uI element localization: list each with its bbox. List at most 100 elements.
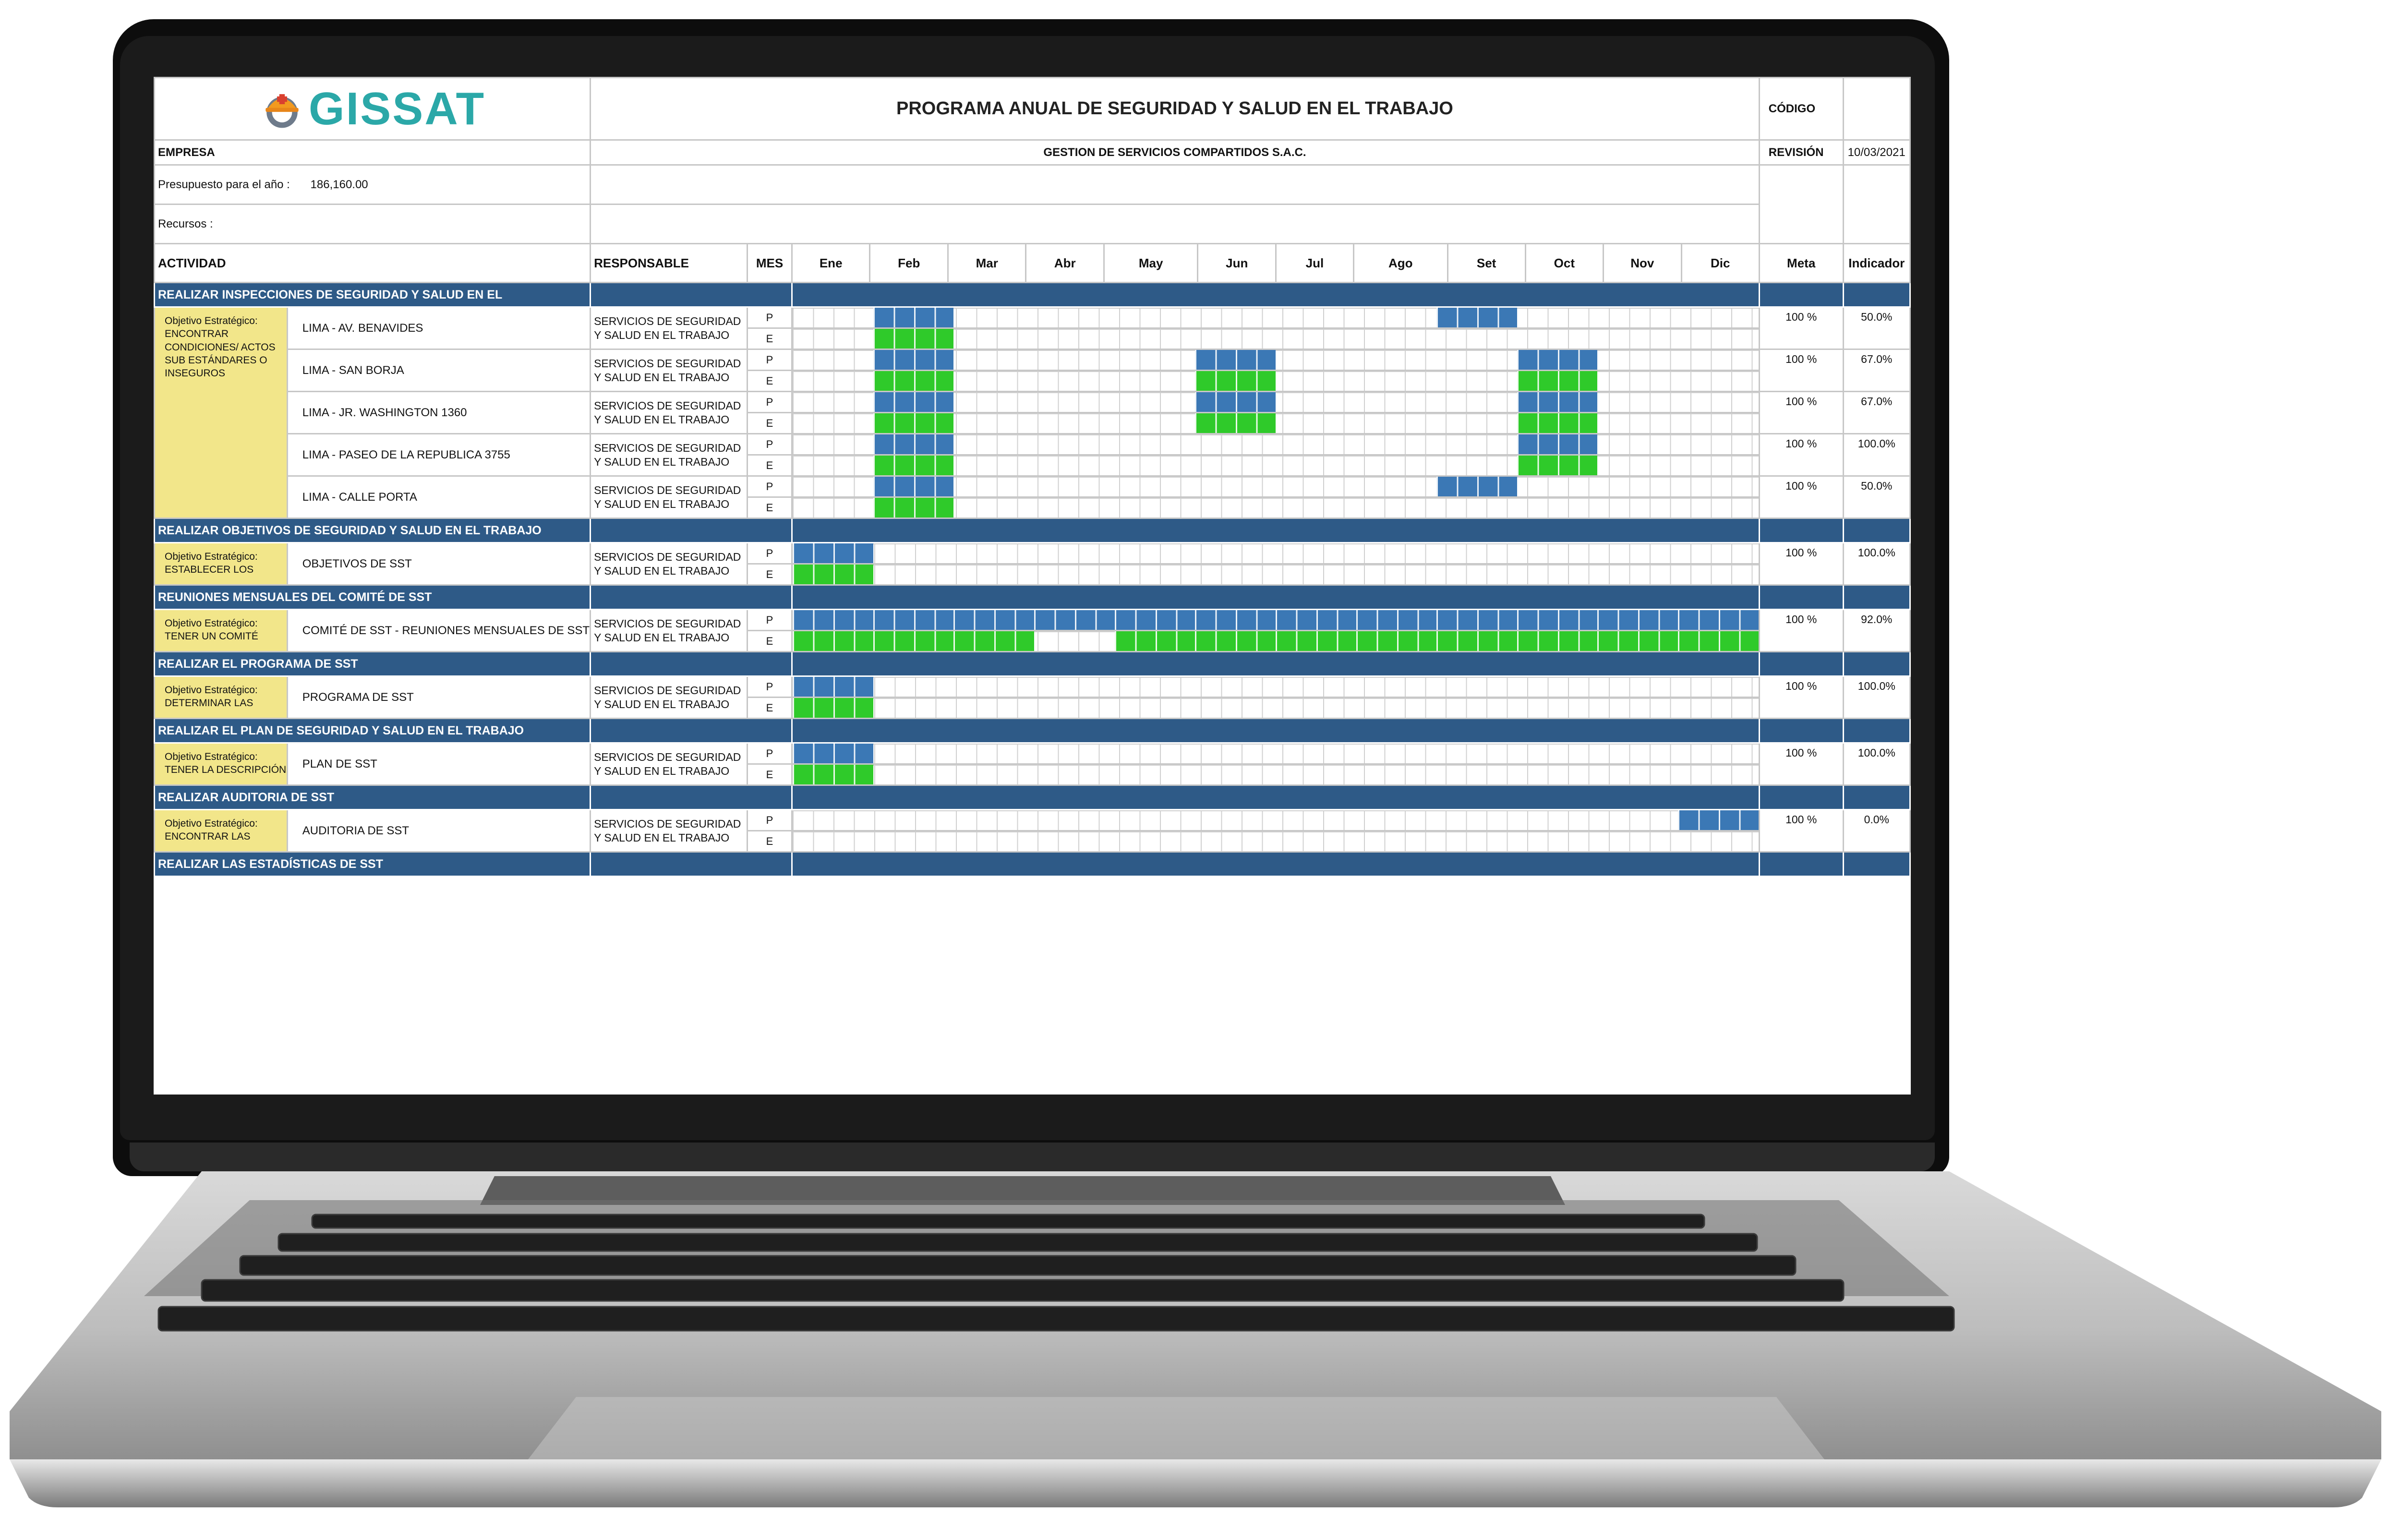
planned-month-bar: [873, 611, 954, 629]
activity-row-planned: LIMA - JR. WASHINGTON 1360 SERVICIOS DE S…: [155, 391, 1911, 434]
timeline-grid: [793, 765, 1758, 784]
activity-row-planned: Objetivo Estratégico: ENCONTRAR LAS AUDIT…: [154, 809, 1911, 853]
planned-month-bar: [1678, 611, 1758, 629]
planned-label: P: [747, 609, 793, 631]
executed-month-bar: [873, 498, 954, 517]
executed-timeline: [791, 563, 1760, 586]
planned-month-bar: [873, 477, 954, 496]
activity-name: COMITÉ DE SST - REUNIONES MENSUALES DE S…: [286, 609, 591, 652]
executed-month-bar: [793, 765, 873, 784]
laptop-base: [0, 1171, 2388, 1527]
executed-month-bar: [873, 329, 954, 348]
presupuesto-row: Presupuesto para el año : 186,160.00: [154, 164, 591, 205]
section-filler: [590, 718, 793, 744]
planned-month-bar: [793, 677, 873, 696]
objective-cell: Objetivo Estratégico: ENCONTRAR LAS: [154, 809, 288, 853]
executed-timeline: [791, 830, 1760, 853]
section-filler: [791, 282, 1760, 308]
executed-month-bar: [1114, 632, 1195, 650]
section-title: REALIZAR AUDITORIA DE SST: [154, 784, 591, 810]
planned-label: P: [747, 675, 793, 698]
executed-month-bar: [1356, 632, 1437, 650]
objective-cell: Objetivo Estratégico: TENER UN COMITÉ: [154, 609, 288, 652]
empresa-value: GESTION DE SERVICIOS COMPARTIDOS S.A.C.: [590, 139, 1760, 166]
laptop-hinge: [130, 1143, 1935, 1171]
indicador-value: 100.0%: [1842, 675, 1911, 719]
planned-month-bar: [793, 744, 873, 763]
responsable-cell: SERVICIOS DE SEGURIDAD Y SALUD EN EL TRA…: [590, 609, 748, 652]
section-filler: [1842, 718, 1911, 744]
meta-value: 100 %: [1758, 391, 1844, 434]
section-filler: [1842, 784, 1911, 810]
section-filler: [590, 851, 793, 877]
col-month: Dic: [1680, 243, 1760, 283]
planned-month-bar: [1597, 611, 1678, 629]
timeline-grid: [793, 677, 1758, 696]
planned-month-bar: [1678, 811, 1758, 830]
planned-label: P: [747, 742, 793, 765]
section-filler: [590, 282, 793, 308]
executed-timeline: [791, 763, 1760, 786]
logo-area: GISSAT: [154, 77, 591, 141]
meta-value: 100 %: [1758, 609, 1844, 652]
timeline-grid: [793, 698, 1758, 717]
codigo-value[interactable]: [1842, 77, 1911, 141]
section-filler: [1758, 784, 1844, 810]
recursos-label: Recursos :: [154, 204, 591, 244]
section-filler: [1758, 517, 1844, 543]
planned-label: P: [747, 349, 793, 371]
executed-timeline: [791, 496, 1760, 519]
responsable-cell: SERVICIOS DE SEGURIDAD Y SALUD EN EL TRA…: [590, 809, 748, 853]
presupuesto-value: 186,160.00: [310, 178, 368, 191]
planned-month-bar: [1517, 611, 1598, 629]
planned-timeline: [791, 809, 1760, 831]
executed-month-bar: [793, 632, 873, 650]
activity-row-planned: LIMA - PASEO DE LA REPUBLICA 3755 SERVICI…: [155, 433, 1911, 477]
executed-month-bar: [1678, 632, 1758, 650]
planned-month-bar: [1436, 308, 1517, 327]
executed-month-bar: [1195, 632, 1276, 650]
responsable-cell: SERVICIOS DE SEGURIDAD Y SALUD EN EL TRA…: [590, 475, 748, 519]
executed-label: E: [747, 370, 793, 392]
executed-timeline: [791, 370, 1760, 392]
col-month: Nov: [1602, 243, 1682, 283]
codigo-label: CÓDIGO: [1758, 77, 1844, 141]
timeline-grid: [793, 744, 1758, 763]
planned-month-bar: [873, 308, 954, 327]
activity-name: PROGRAMA DE SST: [286, 675, 591, 719]
executed-month-bar: [1517, 414, 1598, 433]
planned-month-bar: [1275, 611, 1356, 629]
executed-label: E: [747, 496, 793, 519]
executed-month-bar: [1517, 372, 1598, 390]
revision-label: REVISIÓN: [1758, 139, 1844, 166]
section-filler: [1842, 282, 1911, 308]
section-filler: [1758, 651, 1844, 677]
page-title: PROGRAMA ANUAL DE SEGURIDAD Y SALUD EN E…: [590, 77, 1760, 141]
executed-month-bar: [1195, 414, 1276, 433]
planned-month-bar: [873, 435, 954, 454]
executed-label: E: [747, 630, 793, 652]
activity-row-planned: Objetivo Estratégico: TENER UN COMITÉ COM…: [154, 609, 1911, 652]
planned-month-bar: [873, 350, 954, 369]
planned-timeline: [791, 609, 1760, 631]
objective-cell: Objetivo Estratégico: TENER LA DESCRIPCI…: [154, 742, 288, 786]
section-filler: [1842, 517, 1911, 543]
planned-month-bar: [1517, 393, 1598, 411]
logo-text: GISSAT: [308, 83, 486, 134]
activity-name: LIMA - AV. BENAVIDES: [286, 306, 591, 350]
col-indicador: Indicador: [1842, 243, 1911, 283]
indicador-value: 100.0%: [1842, 433, 1911, 477]
section-filler: [1758, 718, 1844, 744]
activity-name: OBJETIVOS DE SST: [286, 542, 591, 586]
presupuesto-blank: [590, 164, 1760, 205]
activity-name: LIMA - SAN BORJA: [286, 349, 591, 392]
objective-cell: Objetivo Estratégico: DETERMINAR LAS: [154, 675, 288, 719]
timeline-grid: [793, 544, 1758, 563]
activity-row-planned: Objetivo Estratégico: DETERMINAR LAS PROG…: [154, 675, 1911, 719]
col-mes: MES: [747, 243, 793, 283]
section-title: REALIZAR EL PROGRAMA DE SST: [154, 651, 591, 677]
planned-label: P: [747, 433, 793, 456]
executed-month-bar: [1275, 632, 1356, 650]
col-responsable: RESPONSABLE: [590, 243, 748, 283]
col-month: Oct: [1524, 243, 1604, 283]
